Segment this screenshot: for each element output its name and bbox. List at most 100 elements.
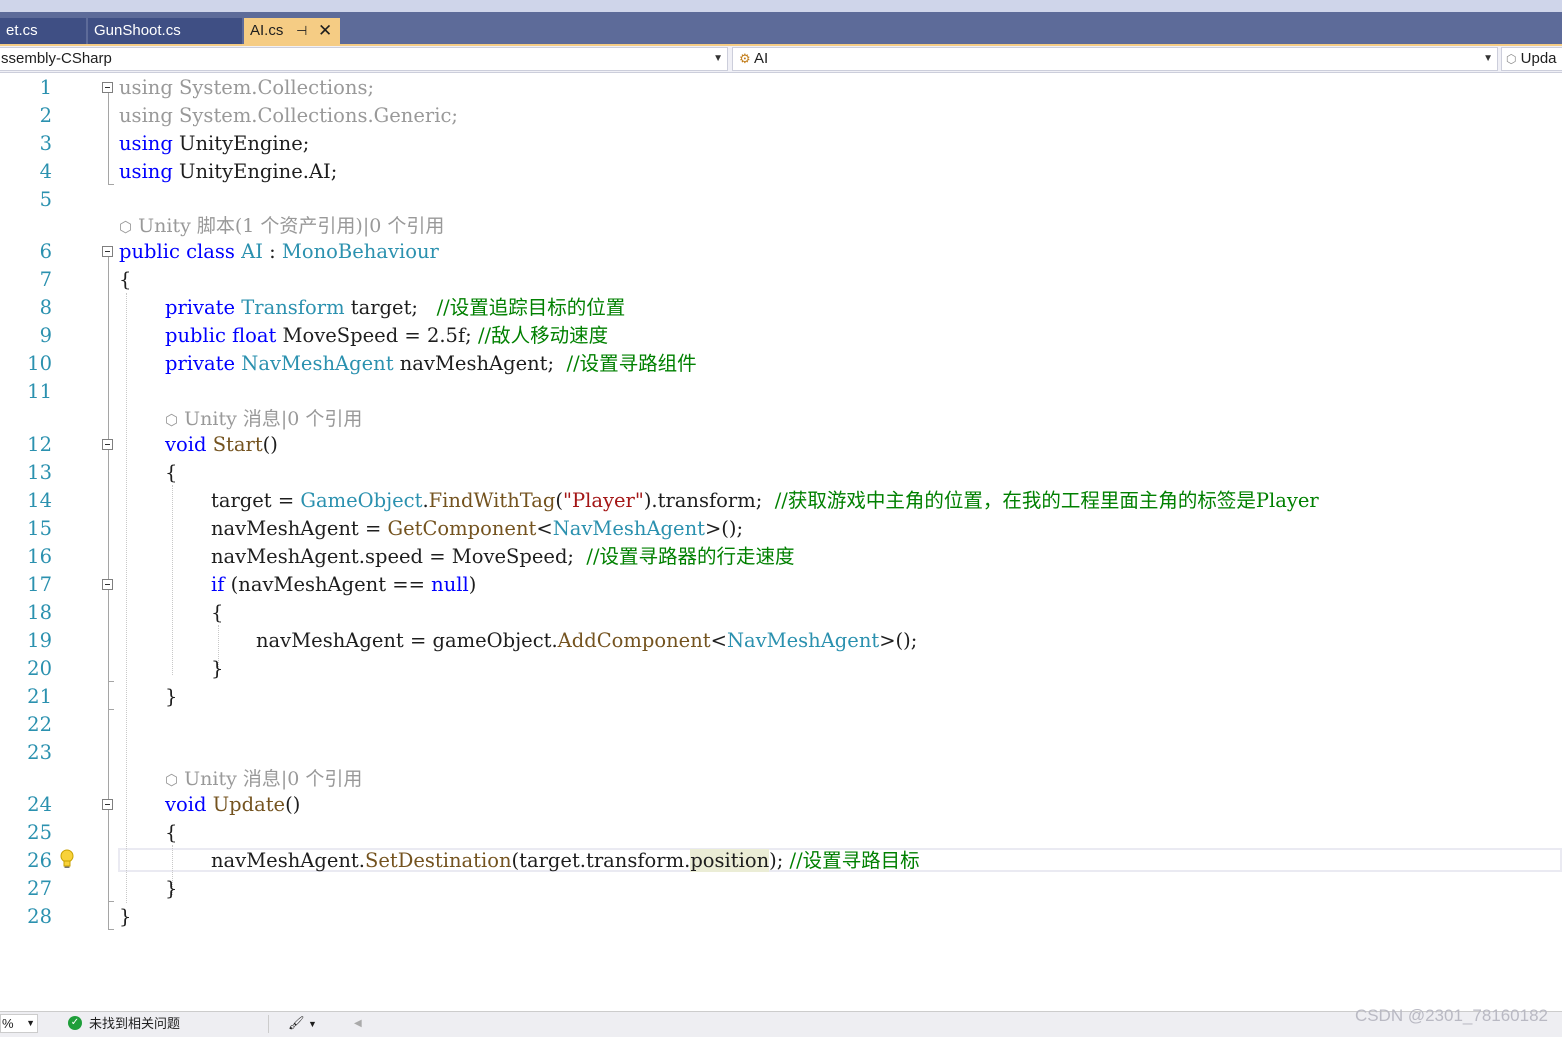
line-number: 17	[27, 573, 52, 596]
code-line-28: }	[119, 905, 132, 928]
code-line-20: }	[211, 657, 224, 680]
unity-icon: ⬡	[165, 771, 179, 789]
tab-label: et.cs	[6, 22, 38, 39]
code-line-10: private NavMeshAgent navMeshAgent; //设置寻…	[165, 352, 697, 375]
code-line-16: navMeshAgent.speed = MoveSpeed; //设置寻路器的…	[211, 545, 795, 568]
unity-icon: ⬡	[119, 218, 133, 236]
tab-label: AI.cs	[250, 22, 284, 39]
chevron-down-icon[interactable]: ▼	[1483, 48, 1493, 70]
line-number: 19	[27, 629, 52, 652]
window-top-strip	[0, 0, 1562, 12]
code-line-17: if (navMeshAgent == null)	[211, 573, 477, 596]
pin-icon[interactable]: ⊣	[296, 18, 307, 44]
collapse-toggle[interactable]	[102, 799, 113, 810]
line-number: 3	[39, 132, 52, 155]
chevron-down-icon[interactable]: ▼	[713, 48, 723, 70]
scroll-left-icon[interactable]: ◀	[354, 1016, 362, 1032]
member-dropdown[interactable]: ⬡ Upda	[1501, 47, 1562, 71]
code-editor[interactable]: 1 2 3 4 5 6 7 8 9 10 11 12 13 14 15 16 1…	[0, 73, 1562, 1011]
collapse-toggle[interactable]	[102, 439, 113, 450]
outline-line	[108, 257, 109, 929]
codelens-update[interactable]: ⬡ Unity 消息|0 个引用	[165, 767, 362, 792]
code-line-4: using UnityEngine.AI;	[119, 160, 338, 183]
code-line-7: {	[119, 268, 132, 291]
collapse-toggle[interactable]	[102, 579, 113, 590]
tab-ai-cs[interactable]: AI.cs ⊣ ✕	[244, 18, 340, 44]
code-line-12: void Start()	[165, 433, 278, 456]
line-number: 11	[27, 380, 52, 403]
line-number: 22	[27, 713, 52, 736]
class-icon: ⚙	[739, 51, 751, 66]
project-label: ssembly-CSharp	[1, 50, 112, 67]
class-dropdown[interactable]: ⚙ AI ▼	[732, 47, 1498, 71]
line-number: 15	[27, 517, 52, 540]
tab-label: GunShoot.cs	[94, 22, 181, 39]
status-divider	[268, 1015, 269, 1033]
line-number: 25	[27, 821, 52, 844]
lightbulb-icon[interactable]	[59, 849, 75, 869]
project-dropdown[interactable]: ssembly-CSharp ▼	[0, 47, 728, 71]
line-number: 12	[27, 433, 52, 456]
line-number: 2	[39, 104, 52, 127]
navigation-bar: ssembly-CSharp ▼ ⚙ AI ▼ ⬡ Upda	[0, 46, 1562, 73]
codelens-class[interactable]: ⬡ Unity 脚本(1 个资产引用)|0 个引用	[119, 214, 444, 239]
close-icon[interactable]: ✕	[318, 18, 332, 44]
member-label: Upda	[1520, 50, 1557, 67]
line-number: 20	[27, 657, 52, 680]
codelens-start[interactable]: ⬡ Unity 消息|0 个引用	[165, 407, 362, 432]
line-number: 14	[27, 489, 52, 512]
chevron-down-icon[interactable]: ▼	[26, 1015, 35, 1032]
status-bar: % ▼ ✓ 未找到相关问题 🖌 ▼ ◀	[0, 1011, 1562, 1037]
code-line-21: }	[165, 685, 178, 708]
code-line-19: navMeshAgent = gameObject.AddComponent<N…	[256, 629, 918, 652]
code-line-15: navMeshAgent = GetComponent<NavMeshAgent…	[211, 517, 744, 540]
outline-end	[108, 681, 114, 682]
line-number: 4	[39, 160, 52, 183]
code-line-1: using System.Collections;	[119, 76, 375, 99]
code-line-6: public class AI : MonoBehaviour	[119, 240, 439, 263]
line-number: 6	[39, 240, 52, 263]
line-number: 27	[27, 877, 52, 900]
zoom-label: %	[2, 1016, 14, 1031]
line-number: 1	[39, 76, 52, 99]
collapse-toggle[interactable]	[102, 246, 113, 257]
code-line-13: {	[165, 461, 178, 484]
chevron-down-icon[interactable]: ▼	[308, 1016, 317, 1032]
code-line-26: navMeshAgent.SetDestination(target.trans…	[211, 849, 920, 872]
line-number: 10	[27, 352, 52, 375]
line-number: 23	[27, 741, 52, 764]
line-number: 21	[27, 685, 52, 708]
code-line-8: private Transform target; //设置追踪目标的位置	[165, 296, 626, 319]
class-label: AI	[754, 50, 769, 67]
line-number: 18	[27, 601, 52, 624]
line-number: 13	[27, 461, 52, 484]
document-tab-bar: et.cs GunShoot.cs AI.cs ⊣ ✕	[0, 12, 1562, 44]
code-line-14: target = GameObject.FindWithTag("Player"…	[211, 489, 1319, 512]
outline-end	[108, 929, 114, 930]
code-line-25: {	[165, 821, 178, 844]
tab-gunshoot-cs[interactable]: GunShoot.cs	[88, 18, 242, 44]
collapse-toggle[interactable]	[102, 82, 113, 93]
line-number: 7	[39, 268, 52, 291]
code-line-3: using UnityEngine;	[119, 132, 310, 155]
outline-end	[108, 901, 114, 902]
code-line-24: void Update()	[165, 793, 301, 816]
issues-status[interactable]: 未找到相关问题	[89, 1016, 180, 1032]
code-line-9: public float MoveSpeed = 2.5f; //敌人移动速度	[165, 324, 609, 347]
indent-guide	[172, 485, 173, 675]
outline-end	[108, 184, 114, 185]
code-line-2: using System.Collections.Generic;	[119, 104, 458, 127]
line-number: 24	[27, 793, 52, 816]
tab-et-cs[interactable]: et.cs	[0, 18, 86, 44]
code-line-27: }	[165, 877, 178, 900]
member-icon: ⬡	[1506, 52, 1517, 66]
indent-guide	[126, 293, 127, 903]
line-number: 28	[27, 905, 52, 928]
zoom-dropdown[interactable]: % ▼	[0, 1014, 38, 1033]
line-number: 16	[27, 545, 52, 568]
brush-icon[interactable]: 🖌	[288, 1015, 305, 1031]
outline-line	[108, 93, 109, 185]
watermark: CSDN @2301_78160182	[1354, 1006, 1548, 1025]
line-number: 26	[27, 849, 52, 872]
line-number: 8	[39, 296, 52, 319]
